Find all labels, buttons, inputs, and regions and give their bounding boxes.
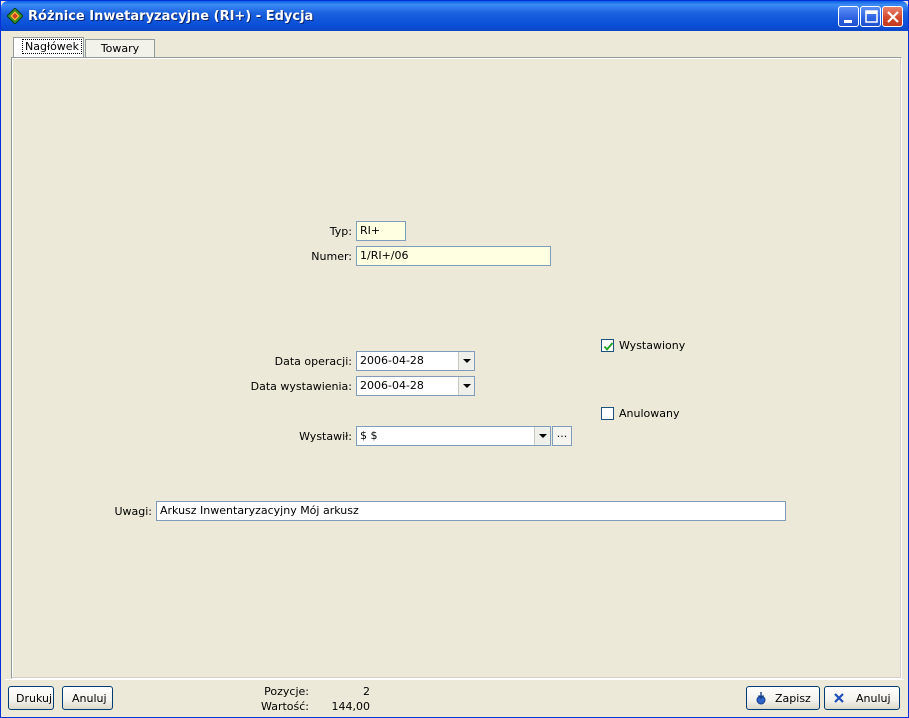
wystawiony-label: Wystawiony bbox=[619, 339, 686, 352]
data-operacji-value: 2006-04-28 bbox=[360, 354, 424, 367]
minimize-icon bbox=[844, 20, 852, 23]
wartosc-label: Wartość: bbox=[261, 700, 309, 713]
data-wystawienia-label: Data wystawienia: bbox=[250, 380, 352, 393]
tab-panel: Typ: RI+ Numer: 1/RI+/06 Data operacji: … bbox=[11, 57, 902, 679]
numer-label: Numer: bbox=[311, 250, 352, 263]
checkmark-icon bbox=[603, 342, 614, 351]
uwagi-field[interactable]: Arkusz Inwentaryzacyjny Mój arkusz bbox=[156, 501, 786, 521]
close-button[interactable] bbox=[882, 6, 903, 27]
pozycje-value: 2 bbox=[363, 685, 370, 698]
data-wystawienia-value: 2006-04-28 bbox=[360, 379, 424, 392]
form-area: Typ: RI+ Numer: 1/RI+/06 Data operacji: … bbox=[14, 60, 899, 676]
data-operacji-label: Data operacji: bbox=[274, 355, 352, 368]
bottom-bar: Drukuj Anuluj Pozycje: 2 Wartość: 144,00… bbox=[5, 679, 904, 715]
wystawil-combobox[interactable]: $ $ bbox=[356, 426, 551, 446]
zapisz-button[interactable]: Zapisz bbox=[746, 686, 820, 710]
data-wystawienia-datepicker[interactable]: 2006-04-28 bbox=[356, 376, 475, 396]
wartosc-value: 144,00 bbox=[331, 700, 371, 713]
tab-label: Towary bbox=[100, 42, 140, 55]
client-area: Nagłówek Towary Typ: RI+ Numer: 1/RI+/06… bbox=[5, 31, 904, 715]
pozycje-label: Pozycje: bbox=[264, 685, 309, 698]
title-bar[interactable]: Różnice Inwetaryzacyjne (RI+) - Edycja bbox=[1, 1, 908, 31]
wystawil-label: Wystawił: bbox=[299, 430, 352, 443]
drukuj-label: Drukuj bbox=[16, 692, 53, 705]
wystawiony-checkbox[interactable]: Wystawiony bbox=[601, 338, 691, 354]
chevron-down-icon bbox=[463, 384, 471, 388]
data-operacji-datepicker[interactable]: 2006-04-28 bbox=[356, 351, 475, 371]
anuluj-right-button[interactable]: Anuluj bbox=[824, 686, 900, 710]
tab-label: Nagłówek bbox=[22, 39, 82, 54]
maximize-button[interactable] bbox=[860, 6, 881, 27]
numer-field[interactable]: 1/RI+/06 bbox=[356, 246, 551, 266]
tab-towary[interactable]: Towary bbox=[85, 39, 155, 59]
chevron-down-icon bbox=[463, 359, 471, 363]
save-icon bbox=[754, 691, 768, 708]
window: Różnice Inwetaryzacyjne (RI+) - Edycja N… bbox=[0, 0, 909, 718]
cancel-x-icon bbox=[833, 692, 845, 707]
close-icon bbox=[887, 11, 899, 23]
anulowany-checkbox[interactable]: Anulowany bbox=[601, 406, 691, 422]
wystawil-dropdown-button[interactable] bbox=[534, 427, 550, 445]
anuluj-right-label: Anuluj bbox=[856, 692, 891, 705]
app-diamond-icon[interactable] bbox=[6, 7, 24, 25]
wystawiony-checkbox-box[interactable] bbox=[601, 339, 614, 352]
window-title: Różnice Inwetaryzacyjne (RI+) - Edycja bbox=[28, 9, 314, 24]
drukuj-button[interactable]: Drukuj bbox=[8, 686, 54, 710]
typ-field[interactable]: RI+ bbox=[356, 221, 406, 241]
data-operacji-dropdown-button[interactable] bbox=[458, 352, 474, 370]
typ-label: Typ: bbox=[329, 225, 352, 238]
maximize-icon bbox=[865, 10, 878, 23]
minimize-button[interactable] bbox=[838, 6, 859, 27]
chevron-down-icon bbox=[539, 434, 547, 438]
uwagi-label: Uwagi: bbox=[114, 505, 152, 518]
zapisz-label: Zapisz bbox=[775, 692, 811, 705]
anuluj-left-label: Anuluj bbox=[72, 692, 107, 705]
anulowany-label: Anulowany bbox=[619, 407, 680, 420]
anuluj-left-button[interactable]: Anuluj bbox=[62, 686, 113, 710]
wystawil-value: $ $ bbox=[360, 429, 378, 442]
data-wystawienia-dropdown-button[interactable] bbox=[458, 377, 474, 395]
wystawil-browse-button[interactable]: ... bbox=[552, 426, 572, 446]
tab-naglowek[interactable]: Nagłówek bbox=[13, 37, 84, 58]
anulowany-checkbox-box[interactable] bbox=[601, 407, 614, 420]
